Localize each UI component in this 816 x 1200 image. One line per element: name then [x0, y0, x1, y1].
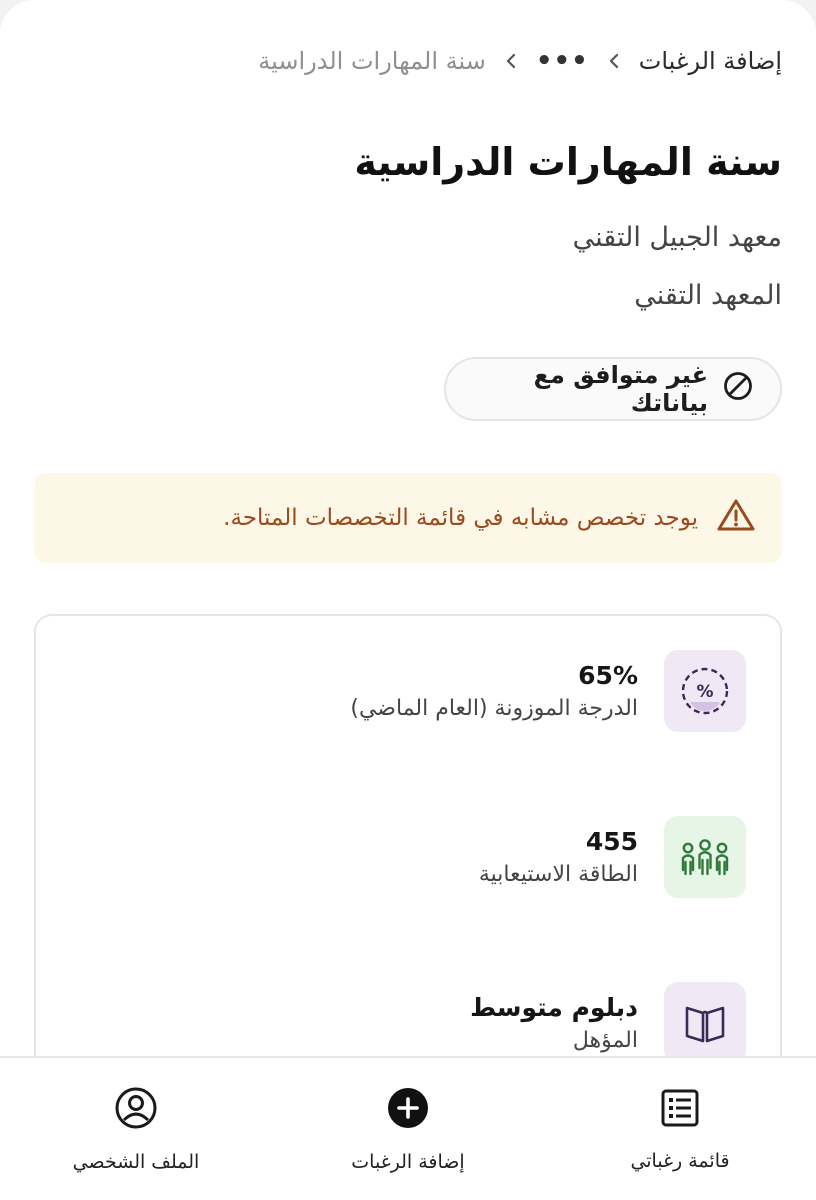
stat-qualification: دبلوم متوسط المؤهل [176, 982, 746, 1064]
breadcrumb-current: سنة المهارات الدراسية [258, 47, 486, 75]
institute-name: معهد الجبيل التقني [572, 222, 782, 253]
warning-text: يوجد تخصص مشابه في قائمة التخصصات المتاح… [223, 505, 698, 531]
stat-weighted-score: % 65% الدرجة الموزونة (العام الماضي) [176, 650, 746, 732]
people-group-icon [664, 816, 746, 898]
breadcrumb: إضافة الرغبات ••• سنة المهارات الدراسية [34, 40, 782, 82]
nav-add-wishes-label: إضافة الرغبات [351, 1150, 465, 1173]
page-title: سنة المهارات الدراسية [354, 140, 782, 184]
percent-badge-icon: % [664, 650, 746, 732]
chevron-left-icon [504, 52, 518, 70]
breadcrumb-add-wishes[interactable]: إضافة الرغبات [639, 47, 782, 75]
nav-profile[interactable]: الملف الشخصي [36, 1086, 236, 1173]
warning-triangle-icon [716, 497, 756, 539]
svg-text:%: % [696, 682, 713, 702]
stat-label: الطاقة الاستيعابية [478, 862, 638, 887]
breadcrumb-more-button[interactable]: ••• [536, 46, 589, 76]
stat-value: 455 [585, 827, 638, 856]
app-screen: إضافة الرغبات ••• سنة المهارات الدراسية … [0, 0, 816, 1200]
bottom-navigation: قائمة رغباتي إضافة الرغبات الملف الشخصي [0, 1056, 816, 1200]
chevron-left-icon [607, 52, 621, 70]
prohibited-icon [722, 370, 754, 408]
add-circle-icon [386, 1086, 430, 1135]
list-icon [659, 1087, 701, 1134]
open-book-icon [664, 982, 746, 1064]
similar-major-warning: يوجد تخصص مشابه في قائمة التخصصات المتاح… [34, 473, 782, 563]
compatibility-badge[interactable]: غير متوافق مع بياناتك [444, 357, 782, 421]
profile-icon [114, 1086, 158, 1135]
stat-label: الدرجة الموزونة (العام الماضي) [350, 696, 638, 721]
nav-add-wishes[interactable]: إضافة الرغبات [308, 1086, 508, 1173]
nav-wishlist[interactable]: قائمة رغباتي [580, 1087, 780, 1172]
nav-profile-label: الملف الشخصي [72, 1150, 200, 1173]
nav-wishlist-label: قائمة رغباتي [630, 1149, 730, 1172]
stat-value: دبلوم متوسط [470, 993, 638, 1022]
stat-capacity: 455 الطاقة الاستيعابية [176, 816, 746, 898]
institute-type: المعهد التقني [634, 280, 782, 311]
stat-label: المؤهل [572, 1028, 638, 1053]
stat-value: 65% [578, 661, 638, 690]
compatibility-label: غير متوافق مع بياناتك [533, 361, 708, 417]
